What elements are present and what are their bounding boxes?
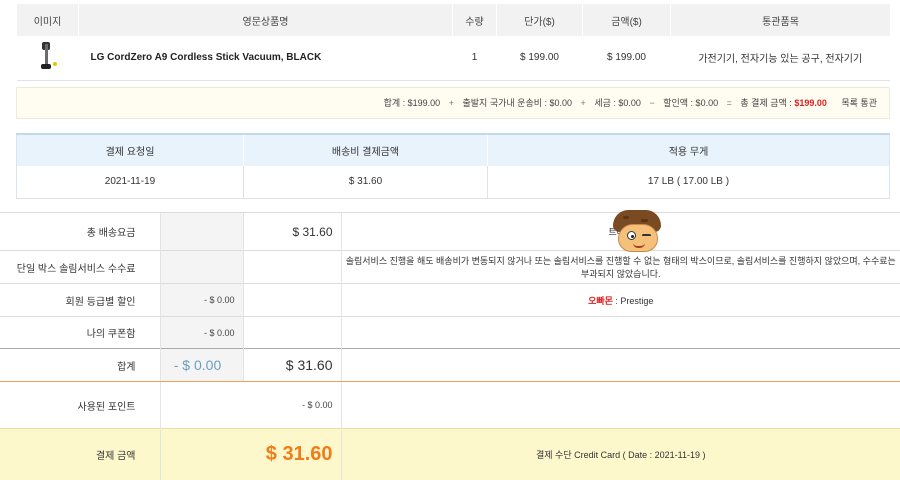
single-box-fee-note: 솔림서비스 진행을 해도 배송비가 변동되지 않거나 또는 솔림서비스를 진행할… [340, 250, 900, 284]
row-points: 사용된 포인트 - $ 0.00 [0, 381, 900, 429]
summary-total: 합계 : $199.00 [383, 98, 441, 108]
subtotal-discount: - $ 0.00 [159, 348, 243, 382]
table-row: 2021-11-19 $ 31.60 17 LB ( 17.00 LB ) [16, 166, 890, 199]
points-amount: - $ 0.00 [159, 381, 341, 429]
summary-tax: 세금 : $0.00 [594, 98, 641, 108]
plus-operator: + [448, 98, 454, 108]
row-subtotal: 합계 - $ 0.00 $ 31.60 [0, 348, 900, 382]
table-row: LG CordZero A9 Cordless Stick Vacuum, BL… [16, 36, 890, 81]
vacuum-product-image[interactable] [28, 40, 68, 76]
product-table: 이미지 영문상품명 수량 단가($) 금액($) 통관품목 LG CordZer… [16, 4, 890, 81]
header-payment-request-date: 결제 요청일 [16, 133, 244, 166]
empty-cell [159, 250, 243, 284]
member-discount-amount: - $ 0.00 [159, 283, 243, 317]
shipping-info-table: 결제 요청일 배송비 결제금액 적용 무게 2021-11-19 $ 31.60… [16, 133, 890, 199]
equals-operator: = [726, 98, 732, 108]
header-image: 이미지 [16, 4, 79, 36]
order-summary: 합계 : $199.00 + 출발지 국가내 운송비 : $0.00 + 세금 … [16, 87, 890, 119]
coupon-amount: - $ 0.00 [159, 316, 243, 349]
empty-cell [242, 283, 341, 317]
product-name: LG CordZero A9 Cordless Stick Vacuum, BL… [78, 36, 453, 81]
plus-operator: + [580, 98, 586, 108]
summary-shipping: 출발지 국가내 운송비 : $0.00 [462, 98, 573, 108]
order-detail-page: 이미지 영문상품명 수량 단가($) 금액($) 통관품목 LG CordZer… [0, 0, 900, 480]
row-coupon: 나의 쿠폰함 - $ 0.00 [0, 316, 900, 349]
product-table-header: 이미지 영문상품명 수량 단가($) 금액($) 통관품목 [16, 4, 890, 36]
subtotal-amount: $ 31.60 [285, 357, 333, 373]
fee-breakdown-table: 총 배송요금 $ 31.60 트래킹 단일 박스 솔림서비스 수수료 솔림서비스… [0, 212, 900, 480]
shipping-info-header: 결제 요청일 배송비 결제금액 적용 무게 [16, 133, 890, 166]
empty-cell [340, 316, 900, 349]
summary-grand-value: $199.00 [794, 98, 827, 108]
header-english-name: 영문상품명 [78, 4, 453, 36]
row-member-discount: 회원 등급별 할인 - $ 0.00 오빠몬 : Prestige [0, 283, 900, 317]
product-unit-price: $ 199.00 [496, 36, 583, 81]
points-label: 사용된 포인트 [0, 381, 160, 429]
header-applied-weight: 적용 무게 [487, 133, 890, 166]
member-discount-label: 회원 등급별 할인 [0, 283, 160, 317]
header-shipping-payment: 배송비 결제금액 [243, 133, 488, 166]
minus-operator: − [649, 98, 655, 108]
subtotal-discount-value: - $ 0.00 [173, 357, 222, 373]
subtotal-amount-cell: $ 31.60 [242, 348, 341, 382]
header-unit-price: 단가($) [496, 4, 583, 36]
payment-method: 결제 수단 Credit Card ( Date : 2021-11-19 ) [340, 428, 900, 480]
row-total-shipping: 총 배송요금 $ 31.60 트래킹 [0, 212, 900, 251]
row-single-box-fee: 단일 박스 솔림서비스 수수료 솔림서비스 진행을 해도 배송비가 변동되지 않… [0, 250, 900, 284]
member-grade-value: : Prestige [612, 295, 654, 306]
payment-label: 결제 금액 [0, 428, 160, 480]
summary-discount: 할인액 : $0.00 [663, 98, 719, 108]
member-grade-name: 오빠몬 [588, 295, 613, 306]
total-shipping-amount: $ 31.60 [242, 212, 341, 251]
product-amount: $ 199.00 [582, 36, 671, 81]
empty-cell [340, 381, 900, 429]
product-image-cell [16, 36, 79, 81]
coupon-label[interactable]: 나의 쿠폰함 [0, 316, 160, 349]
payment-amount-cell: $ 31.60 [159, 428, 341, 480]
row-payment: 결제 금액 $ 31.60 결제 수단 Credit Card ( Date :… [0, 428, 900, 480]
header-amount: 금액($) [582, 4, 671, 36]
member-grade: 오빠몬 : Prestige [340, 283, 900, 317]
payment-request-date: 2021-11-19 [16, 166, 244, 199]
header-customs-category: 통관품목 [670, 4, 890, 36]
summary-customs-type: 목록 통관 [841, 98, 877, 108]
single-box-fee-label: 단일 박스 솔림서비스 수수료 [0, 250, 160, 284]
header-quantity: 수량 [452, 4, 497, 36]
applied-weight: 17 LB ( 17.00 LB ) [487, 166, 890, 199]
total-shipping-label: 총 배송요금 [0, 212, 160, 251]
summary-grand-label: 총 결제 금액 : [740, 98, 792, 108]
empty-cell [340, 348, 900, 382]
empty-cell [242, 250, 341, 284]
payment-amount: $ 31.60 [265, 443, 333, 466]
empty-cell [159, 212, 243, 251]
shipping-payment-amount: $ 31.60 [243, 166, 488, 199]
product-category: 가전기기, 전자기능 있는 공구, 전자기기 [670, 36, 890, 81]
subtotal-label: 합계 [0, 348, 160, 382]
product-quantity: 1 [452, 36, 497, 81]
winking-chestnut-mascot-icon [610, 210, 664, 254]
empty-cell [242, 316, 341, 349]
